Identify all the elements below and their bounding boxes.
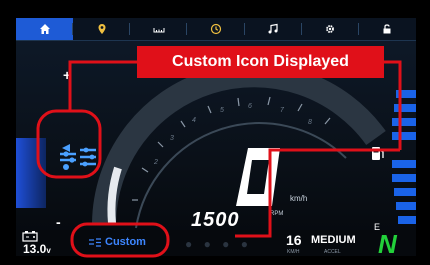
- annotation-callout: Custom Icon Displayed: [137, 46, 384, 78]
- svg-text:8: 8: [308, 119, 312, 126]
- svg-text:6: 6: [248, 103, 252, 110]
- svg-text:7: 7: [280, 107, 285, 114]
- battery-icon: [22, 231, 38, 242]
- speed-unit: km/h: [290, 194, 308, 203]
- tc-level-value: 16: [286, 232, 302, 248]
- accel-mode-label: ACCEL: [324, 249, 341, 255]
- dashboard-screen: 2 3 4 5 6 7 8 + - km/h 1500 RPM E 13.0v …: [0, 0, 430, 265]
- riding-mode-text: Custom: [105, 236, 146, 248]
- fuel-level-gauge: [392, 90, 416, 224]
- battery-voltage: 13.0v: [23, 242, 51, 256]
- neutral-indicator: N: [378, 229, 397, 259]
- rpm-value: 1500: [191, 209, 240, 231]
- svg-text:2: 2: [153, 159, 158, 166]
- rpm-unit: RPM: [270, 211, 284, 217]
- svg-text:5: 5: [220, 107, 224, 114]
- custom-mode-mini-icon: [89, 237, 101, 247]
- minus-button-label[interactable]: -: [56, 214, 61, 230]
- svg-text:3: 3: [170, 135, 174, 142]
- gear-position-digit: [236, 148, 280, 206]
- svg-text:4: 4: [192, 117, 196, 124]
- custom-mode-icon: [60, 144, 96, 170]
- accel-mode-value: MEDIUM: [311, 234, 356, 246]
- tc-level-label: KM/H: [287, 249, 300, 255]
- plus-button-label[interactable]: +: [63, 67, 71, 83]
- riding-mode-label[interactable]: Custom: [88, 236, 146, 248]
- mode-indicator-dots: ● ● ● ●: [185, 237, 252, 251]
